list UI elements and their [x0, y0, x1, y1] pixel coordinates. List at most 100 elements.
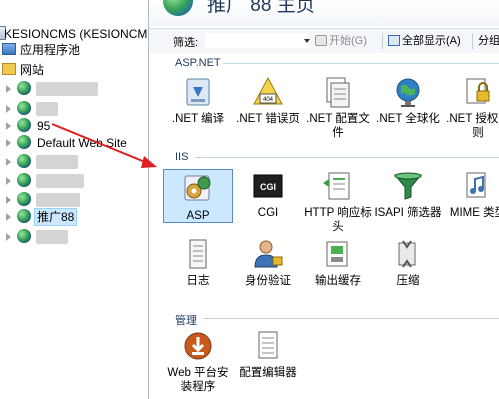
tree-item-site-blurred-4[interactable]	[0, 171, 148, 191]
group-header-iis: IIS	[175, 151, 189, 163]
expand-arrow-icon[interactable]	[6, 158, 11, 166]
asp-icon	[181, 172, 215, 206]
filter-toolbar: 筛选: 开始(G) 全部显示(A) 分组	[149, 28, 499, 54]
website-globe-icon	[17, 229, 31, 243]
feature-label: 压缩	[396, 275, 420, 287]
feature-label: .NET 全球化	[376, 113, 440, 125]
feature-configuration-editor[interactable]: 配置编辑器	[233, 329, 303, 380]
feature-dotnet-error-page[interactable]: 404 .NET 错误页	[233, 75, 303, 126]
feature-dotnet-profile[interactable]: .NET 配置文件	[303, 75, 373, 140]
group-divider	[195, 157, 499, 158]
show-all-button-label: 全部显示(A)	[402, 35, 461, 47]
connections-tree[interactable]: KESIONCMS (KESIONCMS\ 应用程序池 网站 95 Defaul…	[0, 0, 149, 399]
show-all-button[interactable]: 全部显示(A)	[388, 33, 461, 49]
output-cache-icon	[321, 237, 355, 271]
filter-input[interactable]	[205, 33, 309, 48]
configuration-editor-icon	[251, 329, 285, 363]
website-globe-icon	[17, 209, 31, 223]
feature-label: .NET 配置文件	[306, 113, 370, 139]
sites-folder-icon	[2, 63, 16, 75]
tree-item-app-pools[interactable]: 应用程序池	[0, 40, 148, 60]
binoculars-icon	[315, 35, 327, 46]
isapi-filter-icon	[391, 169, 425, 203]
feature-output-cache[interactable]: 输出缓存	[303, 237, 373, 288]
feature-compression[interactable]: 压缩	[373, 237, 443, 288]
website-globe-icon	[17, 118, 31, 132]
tree-item-site-blurred-3[interactable]	[0, 152, 148, 172]
dotnet-globalization-icon	[391, 75, 425, 109]
svg-text:404: 404	[263, 97, 274, 103]
toolbar-separator	[382, 33, 383, 49]
app-pool-icon	[2, 43, 16, 55]
redacted-site-name	[36, 174, 84, 188]
feature-web-platform-installer[interactable]: Web 平台安装程序	[163, 329, 233, 394]
go-button[interactable]: 开始(G)	[315, 33, 367, 49]
redacted-site-name	[36, 230, 68, 244]
tree-item-site-blurred-1[interactable]	[0, 79, 148, 99]
tree-item-default-web-site[interactable]: Default Web Site	[0, 133, 148, 153]
mime-types-icon	[461, 169, 495, 203]
feature-asp[interactable]: ASP	[163, 169, 233, 223]
group-by-label: 分组	[478, 35, 499, 47]
toolbar-separator	[472, 33, 473, 49]
group-header-aspnet: ASP.NET	[175, 57, 221, 69]
dotnet-authorization-icon	[461, 75, 495, 109]
logging-icon	[181, 237, 215, 271]
website-globe-icon	[17, 192, 31, 206]
expand-arrow-icon[interactable]	[6, 122, 11, 130]
tree-item-tuiguang88[interactable]: 推广88	[0, 207, 148, 227]
feature-label: 配置编辑器	[239, 367, 297, 379]
authentication-icon	[251, 237, 285, 271]
features-content: ASP.NET .NET 编译 404 .NET 错误页 .NET 配置文件 .…	[149, 53, 499, 399]
features-view: 推广 88 主页 筛选: 开始(G) 全部显示(A) 分组 ASP.NET .N…	[149, 0, 499, 399]
group-header-management: 管理	[175, 315, 197, 327]
feature-label: ISAPI 筛选器	[374, 207, 442, 219]
expand-arrow-icon[interactable]	[6, 196, 11, 204]
expand-arrow-icon[interactable]	[6, 139, 11, 147]
expand-arrow-icon[interactable]	[6, 233, 11, 241]
feature-label: HTTP 响应标头	[304, 207, 372, 233]
feature-label: 日志	[186, 275, 210, 287]
redacted-site-name	[36, 82, 98, 96]
app-pools-label: 应用程序池	[20, 43, 81, 57]
redacted-site-name	[36, 193, 80, 207]
tree-item-site-blurred-6[interactable]	[0, 227, 148, 247]
tuiguang88-label: 推广88	[34, 208, 78, 226]
page-header: 推广 88 主页	[149, 0, 499, 26]
expand-arrow-icon[interactable]	[6, 85, 11, 93]
feature-dotnet-authorization[interactable]: .NET 授权规则	[443, 75, 499, 140]
dotnet-error-page-icon: 404	[251, 75, 285, 109]
feature-label: CGI	[257, 207, 279, 219]
feature-cgi[interactable]: CGI CGI	[233, 169, 303, 220]
filter-label: 筛选:	[173, 37, 199, 49]
compression-icon	[391, 237, 425, 271]
feature-http-headers[interactable]: HTTP 响应标头	[303, 169, 373, 234]
feature-isapi-filters[interactable]: ISAPI 筛选器	[373, 169, 443, 220]
feature-label: .NET 错误页	[236, 113, 300, 125]
website-globe-icon	[17, 101, 31, 115]
group-divider	[203, 318, 499, 319]
feature-label: .NET 编译	[171, 113, 225, 125]
group-divider	[223, 63, 499, 64]
http-headers-icon	[321, 169, 355, 203]
website-globe-icon	[17, 154, 31, 168]
expand-arrow-icon[interactable]	[6, 177, 11, 185]
feature-authentication[interactable]: 身份验证	[233, 237, 303, 288]
feature-label: ASP	[186, 210, 210, 222]
expand-arrow-icon[interactable]	[6, 105, 11, 113]
feature-dotnet-globalization[interactable]: .NET 全球化	[373, 75, 443, 126]
feature-logging[interactable]: 日志	[163, 237, 233, 288]
expand-arrow-icon[interactable]	[6, 213, 11, 221]
redacted-site-name	[36, 102, 58, 116]
feature-mime-types[interactable]: MIME 类型	[443, 169, 499, 220]
group-by-button[interactable]: 分组	[478, 33, 499, 49]
feature-dotnet-compile[interactable]: .NET 编译	[163, 75, 233, 126]
website-globe-icon	[17, 135, 31, 149]
go-button-label: 开始(G)	[329, 35, 367, 47]
website-globe-icon	[17, 173, 31, 187]
filter-dropdown-arrow-icon[interactable]	[304, 39, 310, 43]
website-globe-icon	[17, 81, 31, 95]
feature-label: .NET 授权规则	[446, 113, 499, 139]
tree-item-sites[interactable]: 网站	[0, 60, 148, 80]
cgi-icon: CGI	[251, 169, 285, 203]
